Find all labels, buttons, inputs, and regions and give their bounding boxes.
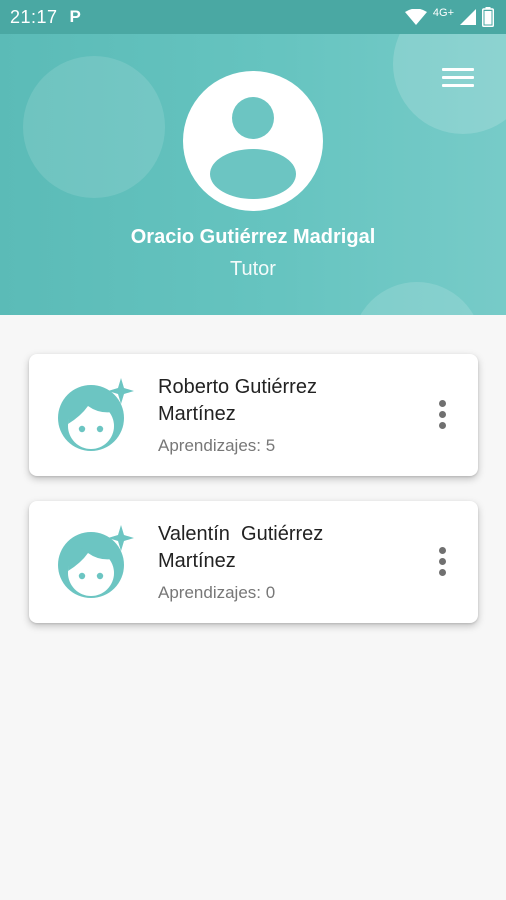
child-name-line: Martínez <box>158 550 236 572</box>
learning-count: Aprendizajes: 5 <box>158 436 276 455</box>
child-face-icon <box>58 378 134 451</box>
wifi-icon <box>404 9 427 25</box>
app-notification-indicator: P <box>69 7 81 26</box>
child-card[interactable]: Valentín Gutiérrez Martínez Aprendizajes… <box>29 501 478 623</box>
decorative-circle <box>23 56 165 198</box>
child-name: Roberto Gutiérrez Martínez <box>158 374 408 428</box>
person-icon <box>210 97 296 199</box>
child-name-line: Roberto Gutiérrez <box>158 376 317 398</box>
status-icons: 4G+ <box>404 0 494 34</box>
hamburger-menu-icon[interactable] <box>442 66 476 90</box>
profile-role: Tutor <box>230 258 276 280</box>
status-bar: 21:17 P 4G+ <box>0 0 506 34</box>
child-name-line: Martínez <box>158 403 236 425</box>
child-name: Valentín Gutiérrez Martínez <box>158 521 408 575</box>
profile-header: Oracio Gutiérrez Madrigal Tutor <box>0 34 506 315</box>
profile-name: Oracio Gutiérrez Madrigal <box>130 226 376 248</box>
signal-icon <box>460 9 476 25</box>
child-face-icon <box>58 525 134 598</box>
child-name-line: Valentín Gutiérrez <box>158 523 324 545</box>
network-type: 4G+ <box>432 7 454 19</box>
profile-avatar[interactable] <box>183 71 323 211</box>
decorative-circle <box>352 282 482 315</box>
battery-icon <box>482 7 494 27</box>
more-options-icon[interactable] <box>436 544 450 580</box>
more-options-icon[interactable] <box>436 397 450 433</box>
learning-count: Aprendizajes: 0 <box>158 583 276 602</box>
status-time: 21:17 <box>10 6 58 27</box>
child-card[interactable]: Roberto Gutiérrez Martínez Aprendizajes:… <box>29 354 478 476</box>
